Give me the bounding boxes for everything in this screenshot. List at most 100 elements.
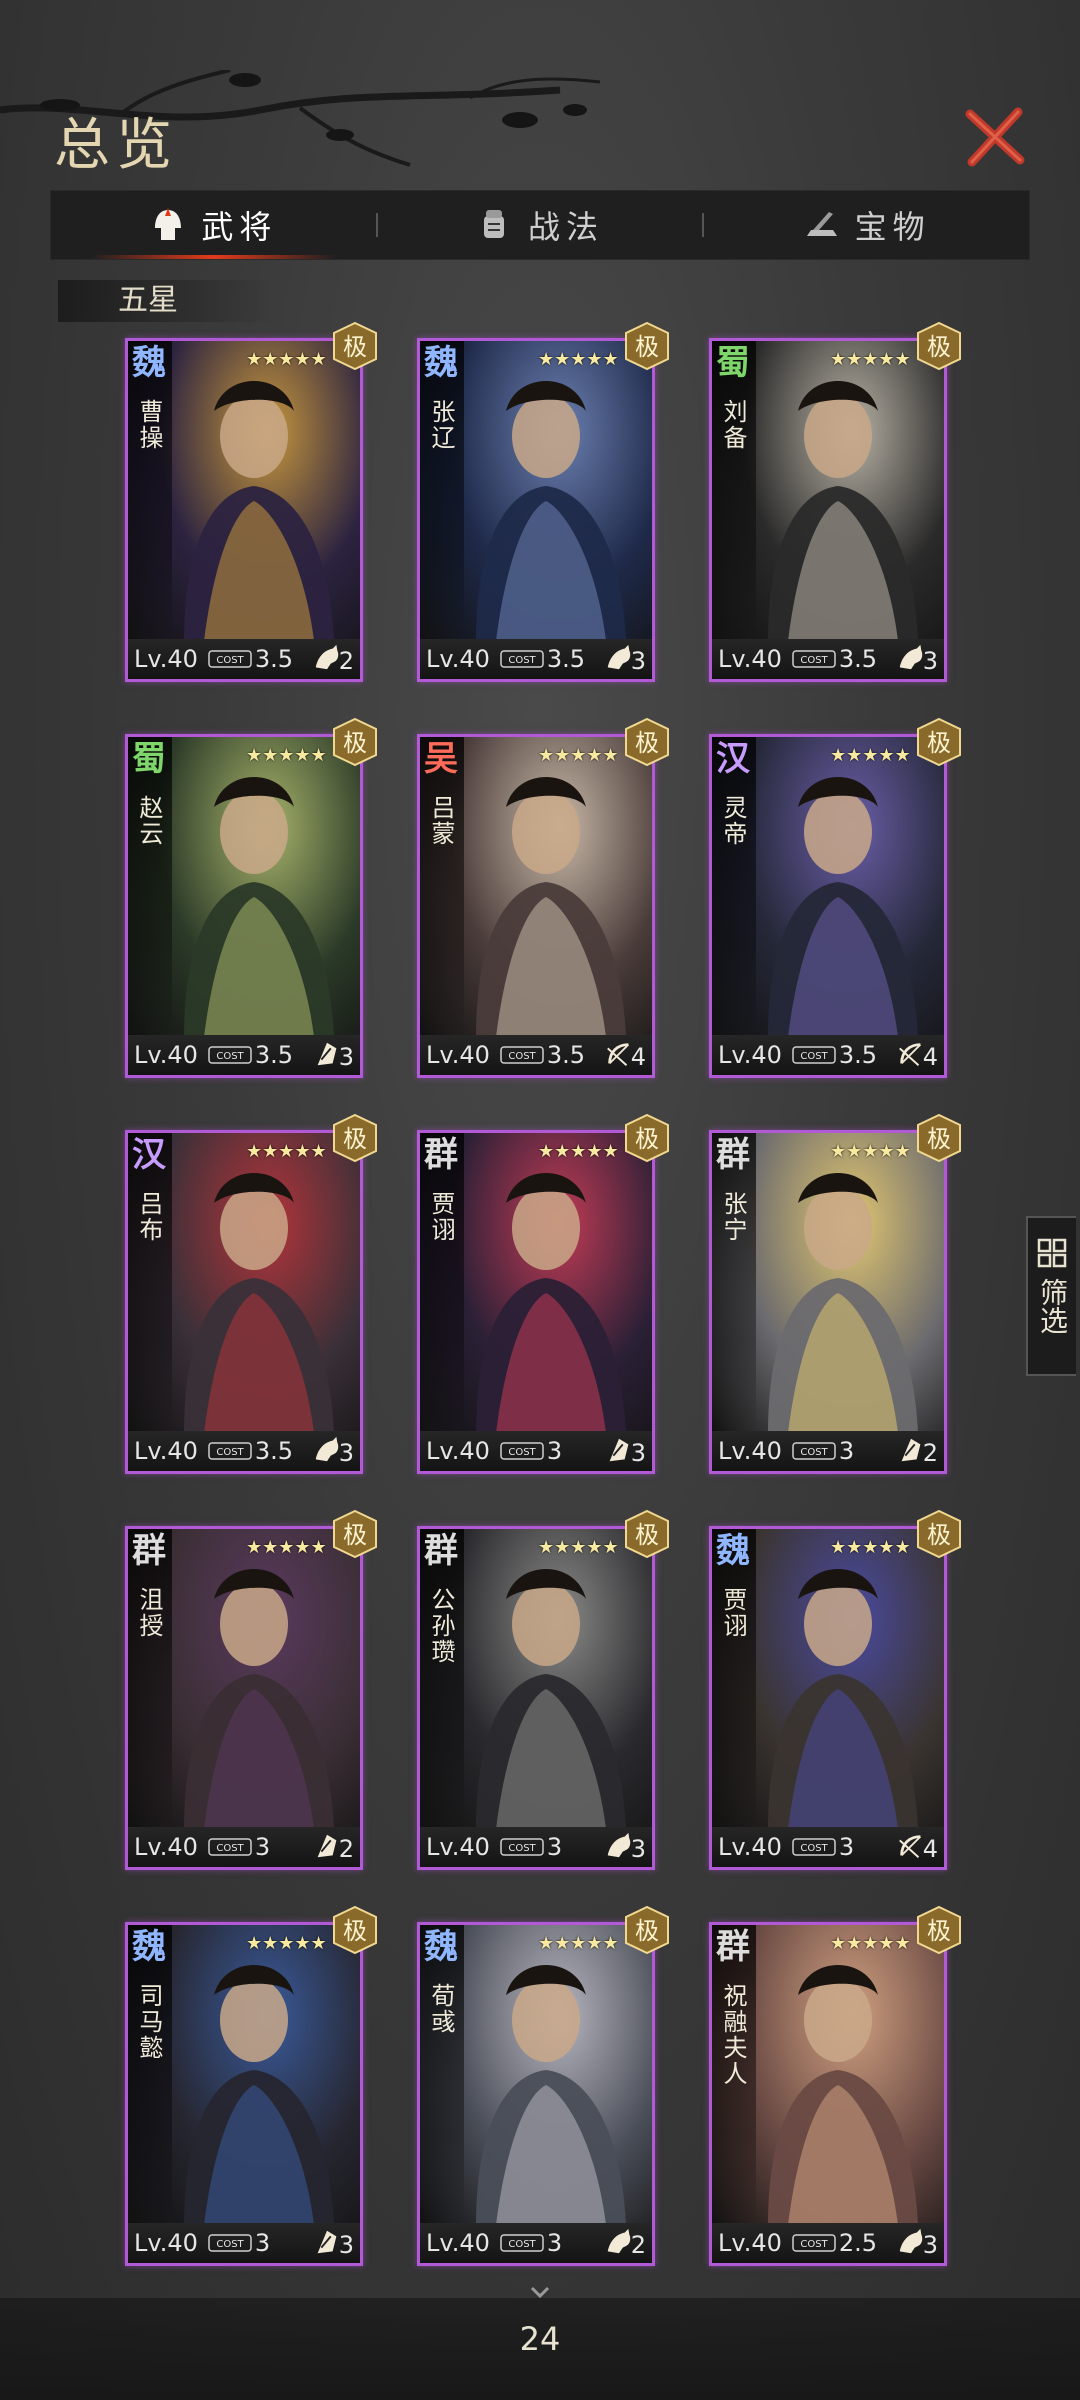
general-name: 祝融夫人: [719, 1983, 747, 2087]
faction-label: 魏: [132, 343, 166, 383]
cost-block: COST 3: [500, 1833, 562, 1861]
level-text: Lv.40: [426, 1437, 490, 1465]
troop-count: 3: [922, 2231, 938, 2259]
star-rating: ★★★★★: [246, 745, 327, 766]
troop-count: 2: [338, 647, 354, 675]
faction-label: 群: [716, 1927, 750, 1967]
general-grid: 魏 曹操 ★★★★★ 极 Lv.40 COST 3.5 2 魏 张辽 ★★★★★…: [125, 321, 961, 2266]
general-card[interactable]: 群 祝融夫人 ★★★★★ 极 Lv.40 COST 2.5 3: [709, 1905, 961, 2266]
general-card[interactable]: 群 贾诩 ★★★★★ 极 Lv.40 COST 3 3: [417, 1113, 669, 1474]
cavalry-icon: [315, 1436, 339, 1462]
star-rating: ★★★★★: [538, 1537, 619, 1558]
cost-value: 3.5: [254, 645, 294, 673]
name-strip: [128, 737, 172, 1035]
tab-label: 武将: [201, 208, 278, 246]
cost-label: COST: [508, 1843, 536, 1854]
tab-tactics[interactable]: 战法: [378, 191, 703, 259]
level-text: Lv.40: [134, 1437, 198, 1465]
general-card[interactable]: 蜀 赵云 ★★★★★ 极 Lv.40 COST 3.5 3: [125, 717, 377, 1078]
faction-label: 汉: [716, 739, 750, 779]
level-text: Lv.40: [718, 1833, 782, 1861]
close-icon[interactable]: [962, 104, 1028, 170]
name-strip: [128, 1133, 172, 1431]
general-card[interactable]: 群 公孙瓒 ★★★★★ 极 Lv.40 COST 3 3: [417, 1509, 669, 1870]
general-card[interactable]: 魏 荀彧 ★★★★★ 极 Lv.40 COST 3 2: [417, 1905, 669, 2266]
tab-label: 战法: [528, 208, 605, 246]
general-name: 曹操: [135, 399, 163, 451]
tab-generals[interactable]: 武将: [51, 191, 376, 259]
general-card[interactable]: 汉 吕布 ★★★★★ 极 Lv.40 COST 3.5 3: [125, 1113, 377, 1474]
card-stats-bar: Lv.40 COST 3 2: [712, 1431, 944, 1471]
general-name: 贾诩: [427, 1191, 455, 1243]
level-text: Lv.40: [426, 645, 490, 673]
filter-label: 筛选: [1036, 1278, 1069, 1334]
star-rating: ★★★★★: [246, 1537, 327, 1558]
cost-value: 3.5: [254, 1041, 294, 1069]
faction-label: 吴: [424, 739, 458, 779]
name-strip: [420, 341, 464, 639]
troop-count: 3: [630, 647, 646, 675]
cost-icon: COST: [792, 1838, 836, 1856]
cost-label: COST: [800, 2239, 828, 2250]
name-strip: [128, 1925, 172, 2223]
cavalry-icon: [607, 1832, 631, 1858]
shield-icon: [317, 1834, 337, 1858]
cost-value: 2.5: [838, 2229, 878, 2257]
name-strip: [712, 341, 756, 639]
general-card[interactable]: 群 张宁 ★★★★★ 极 Lv.40 COST 3 2: [709, 1113, 961, 1474]
card-stats-bar: Lv.40 COST 2.5 3: [712, 2223, 944, 2263]
cost-icon: COST: [500, 650, 544, 668]
fist-scroll-icon: [484, 210, 504, 238]
general-card[interactable]: 汉 灵帝 ★★★★★ 极 Lv.40 COST 3.5 4: [709, 717, 961, 1078]
star-rating: ★★★★★: [538, 1141, 619, 1162]
tab-treasures[interactable]: 宝物: [704, 191, 1029, 259]
level-text: Lv.40: [426, 2229, 490, 2257]
card-stats-bar: Lv.40 COST 3 3: [128, 2223, 360, 2263]
cost-label: COST: [800, 1051, 828, 1062]
name-strip: [420, 1133, 464, 1431]
general-figure: [768, 1569, 918, 1827]
cost-block: COST 3.5: [500, 645, 585, 673]
general-card[interactable]: 魏 张辽 ★★★★★ 极 Lv.40 COST 3.5 3: [417, 321, 669, 682]
badge-text: 极: [927, 1917, 951, 1945]
max-rank-badge: 极: [625, 717, 669, 767]
general-figure: [768, 381, 918, 639]
troop-count: 4: [922, 1835, 938, 1863]
general-card[interactable]: 蜀 刘备 ★★★★★ 极 Lv.40 COST 3.5 3: [709, 321, 961, 682]
general-card[interactable]: 魏 贾诩 ★★★★★ 极 Lv.40 COST 3 4: [709, 1509, 961, 1870]
max-rank-badge: 极: [333, 1113, 377, 1163]
cost-block: COST 3.5: [208, 1437, 293, 1465]
cost-value: 3: [546, 1437, 563, 1465]
cost-block: COST 3: [792, 1437, 854, 1465]
cost-block: COST 3.5: [208, 1041, 293, 1069]
cost-label: COST: [508, 1051, 536, 1062]
star-rating: ★★★★★: [246, 1141, 327, 1162]
shield-icon: [609, 1438, 629, 1462]
level-text: Lv.40: [718, 2229, 782, 2257]
bow-icon: [899, 1835, 922, 1858]
card-stats-bar: Lv.40 COST 3.5 2: [128, 639, 360, 679]
cost-label: COST: [800, 655, 828, 666]
filter-button[interactable]: 筛选: [1026, 1216, 1076, 1376]
cost-value: 3: [838, 1833, 855, 1861]
cost-icon: COST: [792, 1046, 836, 1064]
shield-icon: [317, 2230, 337, 2254]
faction-label: 群: [424, 1531, 458, 1571]
general-card[interactable]: 魏 司马懿 ★★★★★ 极 Lv.40 COST 3 3: [125, 1905, 377, 2266]
cost-block: COST 3: [500, 1437, 562, 1465]
faction-label: 群: [132, 1531, 166, 1571]
card-stats-bar: Lv.40 COST 3.5 3: [420, 639, 652, 679]
cavalry-icon: [607, 2228, 631, 2254]
general-card[interactable]: 吴 吕蒙 ★★★★★ 极 Lv.40 COST 3.5 4: [417, 717, 669, 1078]
star-rating: ★★★★★: [246, 1933, 327, 1954]
troop-count: 4: [922, 1043, 938, 1071]
badge-text: 极: [343, 1125, 367, 1153]
general-card[interactable]: 魏 曹操 ★★★★★ 极 Lv.40 COST 3.5 2: [125, 321, 377, 682]
general-card[interactable]: 群 沮授 ★★★★★ 极 Lv.40 COST 3 2: [125, 1509, 377, 1870]
general-figure: [768, 1173, 918, 1431]
faction-label: 魏: [132, 1927, 166, 1967]
cost-label: COST: [800, 1843, 828, 1854]
name-strip: [128, 341, 172, 639]
card-stats-bar: Lv.40 COST 3 2: [128, 1827, 360, 1867]
cavalry-icon: [899, 2228, 923, 2254]
